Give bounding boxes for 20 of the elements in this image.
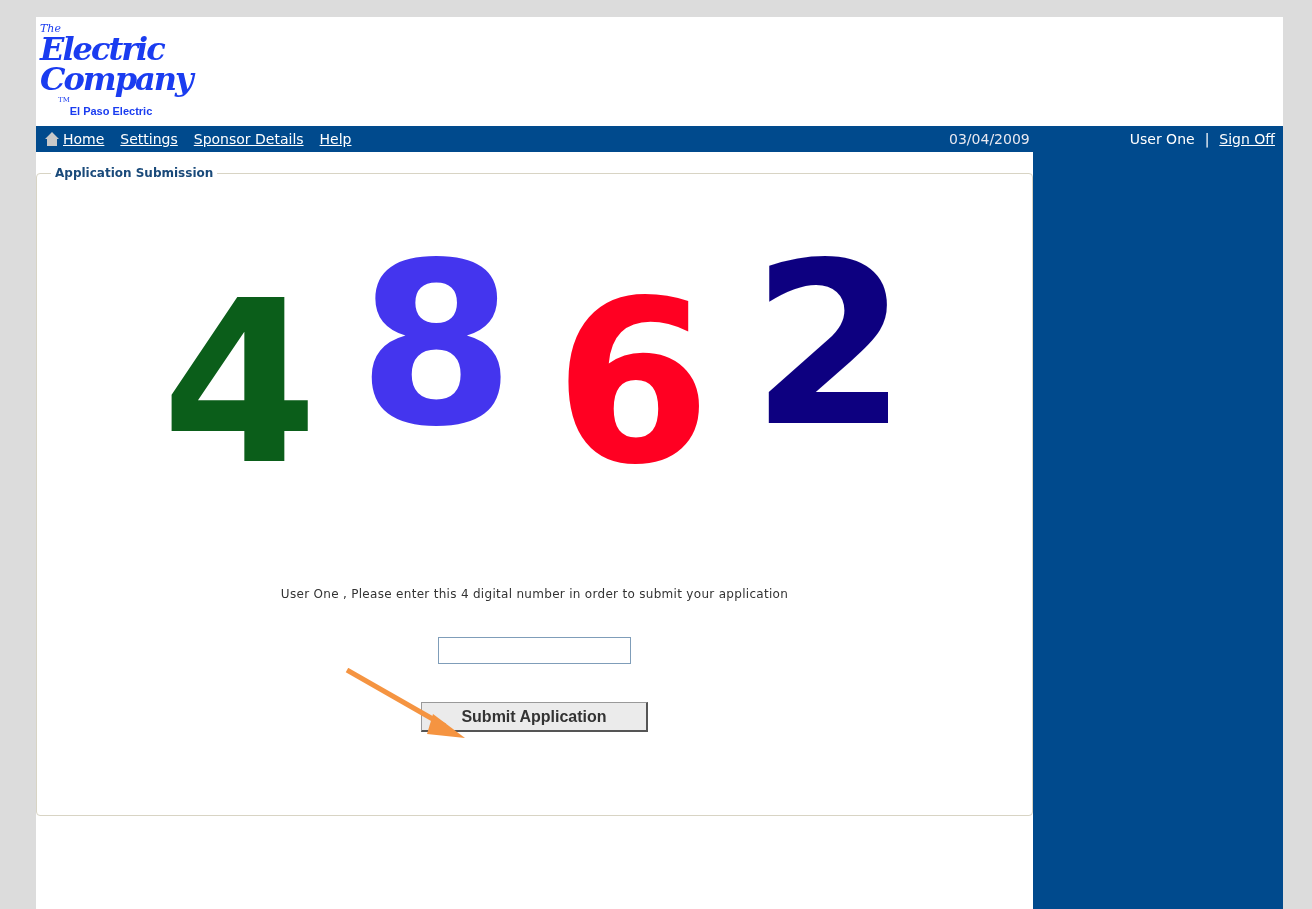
submit-button[interactable]: Submit Application (421, 702, 648, 732)
home-icon (44, 131, 60, 147)
logo-text: The (40, 23, 62, 34)
captcha-digit: 2 (751, 220, 897, 470)
separator-text: | (1204, 131, 1210, 147)
logo-subtitle: El Paso Electric (68, 105, 154, 117)
nav-link[interactable]: Sponsor Details (193, 131, 304, 147)
captcha-digit: 6 (554, 258, 701, 508)
nav-link[interactable]: Settings (120, 131, 178, 147)
panel-legend: Application Submission (51, 166, 218, 180)
sign-off-link[interactable]: Sign Off (1219, 131, 1275, 147)
date-text: 03/04/2009 (949, 131, 1030, 147)
user-name: User One (1129, 131, 1195, 147)
instruction-text: User One , Please enter this 4 digital number in order to submit your application (280, 587, 789, 601)
captcha-digit: 8 (357, 220, 504, 470)
nav-link[interactable]: Home (63, 131, 105, 147)
logo-text: Electric (40, 34, 165, 64)
code-input-field[interactable] (438, 637, 631, 664)
captcha-digit: 4 (161, 258, 308, 508)
nav-link[interactable]: Help (319, 131, 352, 147)
